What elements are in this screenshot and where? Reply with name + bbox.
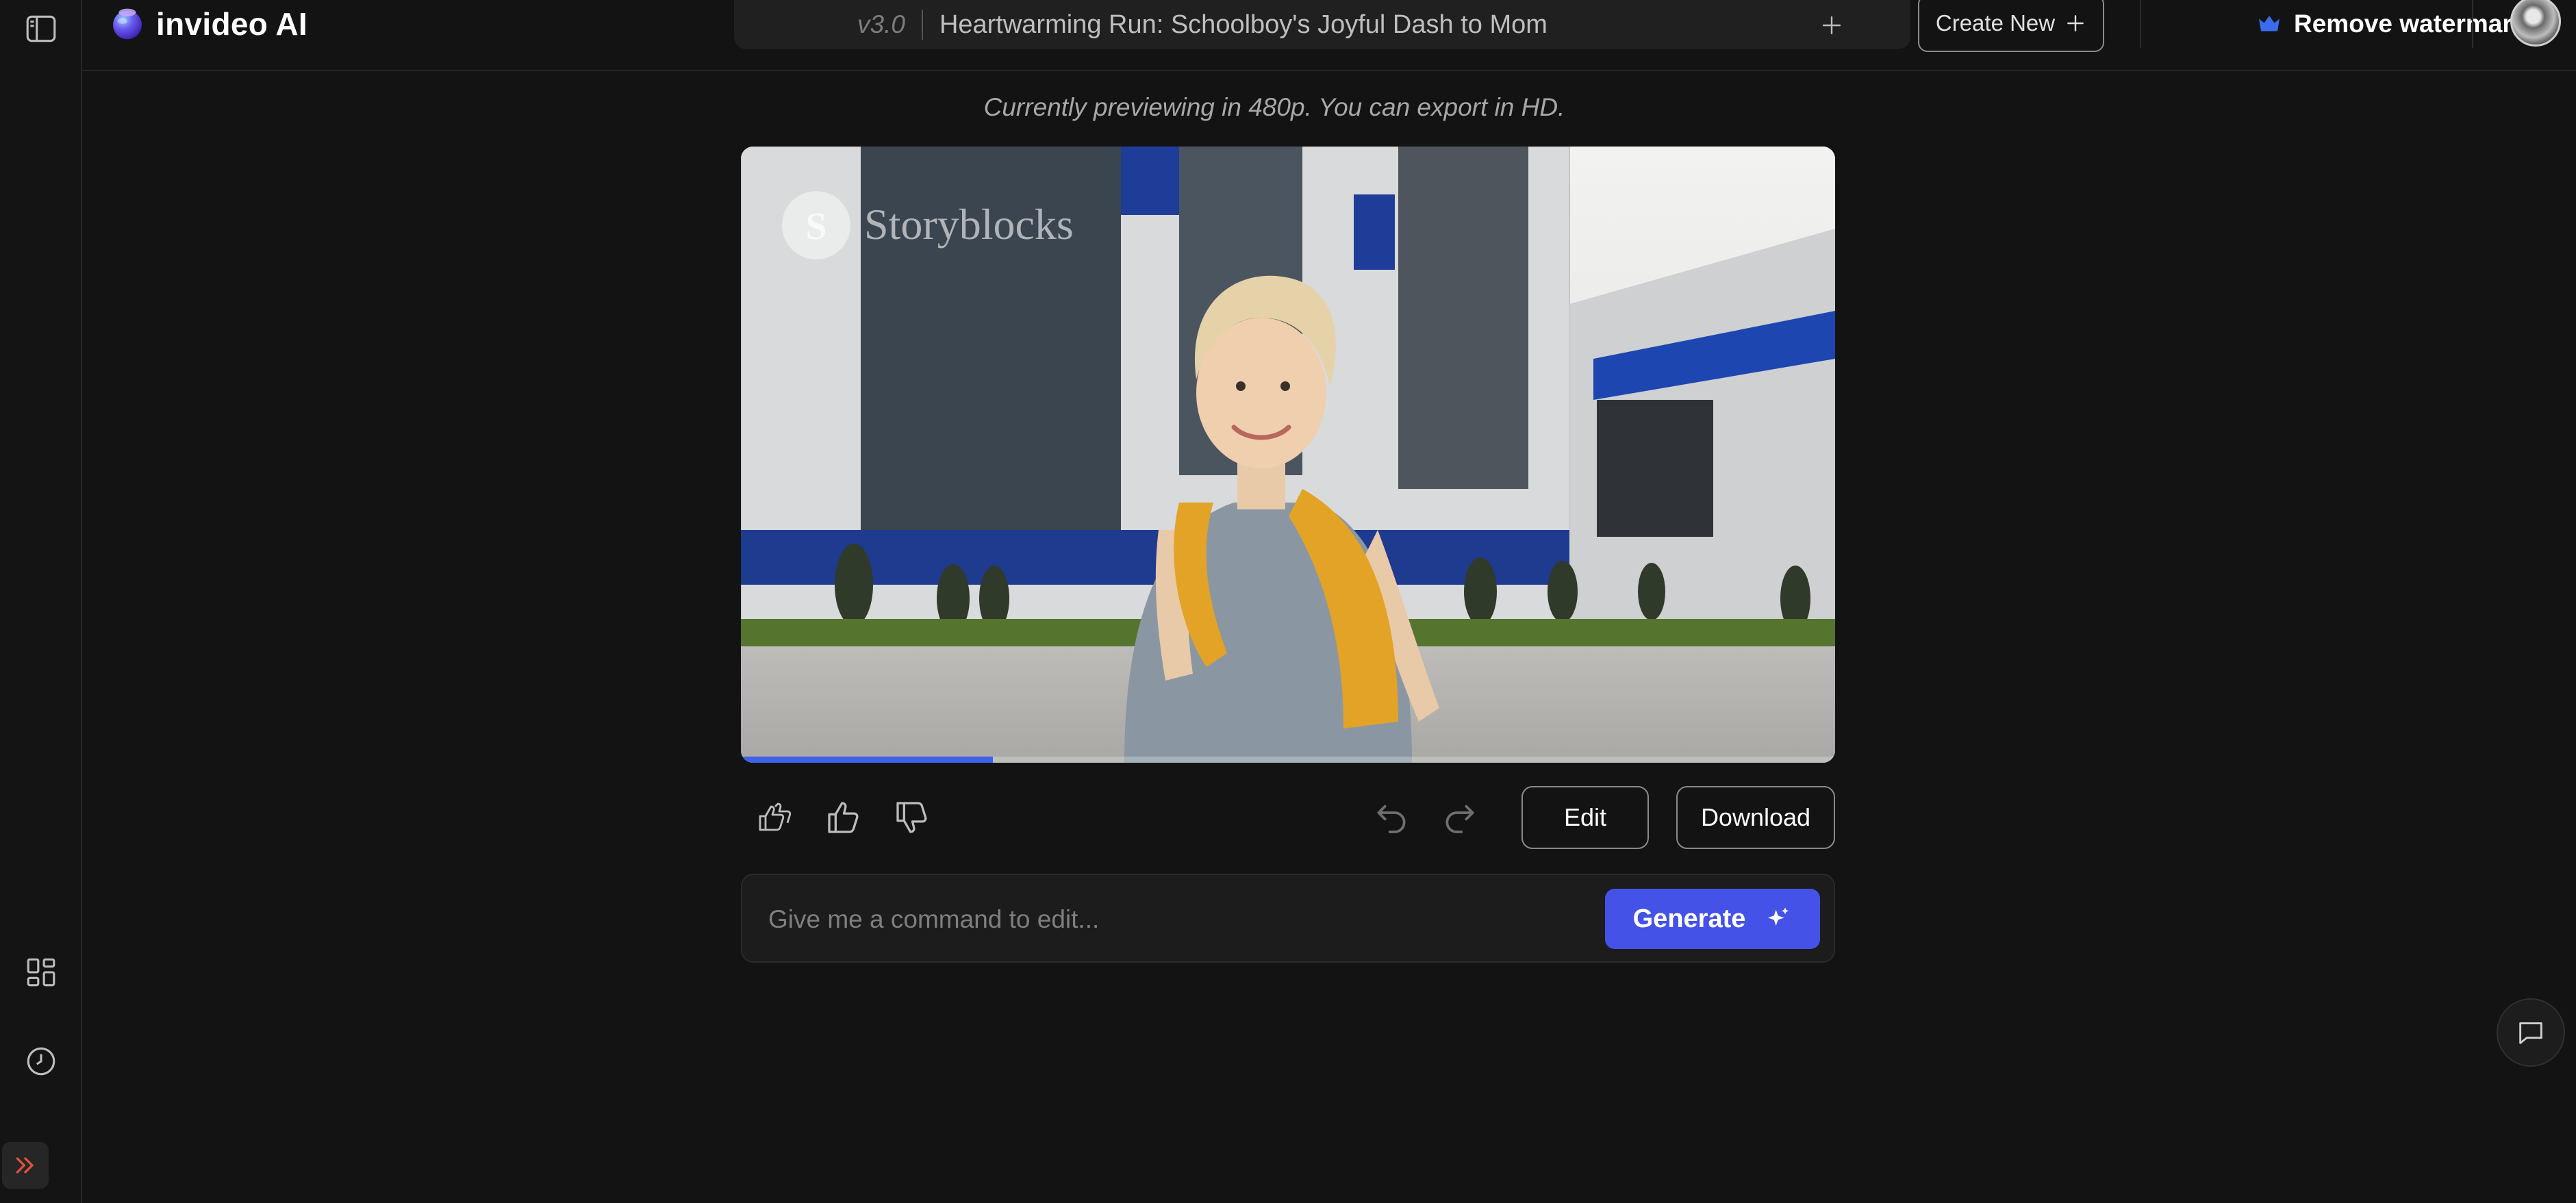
chat-bubble-icon	[2515, 1017, 2547, 1048]
grid-button[interactable]	[5, 945, 77, 1000]
version-label: v3.0	[857, 10, 905, 39]
thumbs-down-icon	[893, 798, 931, 837]
project-title[interactable]: Heartwarming Run: Schoolboy's Joyful Das…	[939, 10, 1548, 40]
create-new-button[interactable]: Create New	[1918, 0, 2104, 52]
sidebar-toggle-icon	[24, 12, 58, 46]
remove-watermark-button[interactable]: Remove watermark	[2257, 4, 2526, 44]
video-preview[interactable]: S Storyblocks	[741, 147, 1835, 763]
sidebar-toggle-button[interactable]	[5, 1, 77, 56]
preview-actions-bar: Edit Download	[741, 786, 1835, 849]
video-frame-image: S Storyblocks	[741, 147, 1835, 763]
app-root: invideo AI v3.0 Heartwarming Run: School…	[0, 0, 2576, 1203]
preview-quality-note: Currently previewing in 480p. You can ex…	[753, 93, 1795, 122]
command-bar: Generate	[741, 874, 1835, 963]
download-button[interactable]: Download	[1676, 786, 1835, 849]
redo-button[interactable]	[1435, 796, 1485, 839]
svg-text:S: S	[805, 205, 826, 248]
user-avatar[interactable]	[2510, 0, 2561, 47]
thumbs-up-icon	[824, 798, 863, 837]
chat-button[interactable]	[2497, 998, 2565, 1067]
edit-label: Edit	[1564, 803, 1606, 832]
love-it-button[interactable]	[750, 796, 800, 839]
sparkle-icon	[1765, 905, 1792, 933]
expand-rail-button[interactable]	[2, 1142, 49, 1189]
redo-icon	[1441, 798, 1479, 837]
top-bar: invideo AI v3.0 Heartwarming Run: School…	[82, 0, 2576, 71]
command-input[interactable]	[768, 898, 1576, 941]
generate-label: Generate	[1633, 904, 1746, 934]
plus-icon	[1819, 13, 1844, 38]
invideo-logo-icon	[108, 5, 147, 43]
brand[interactable]: invideo AI	[108, 3, 307, 45]
plus-icon	[2064, 12, 2086, 34]
download-label: Download	[1701, 803, 1810, 832]
undo-icon	[1372, 798, 1411, 837]
left-rail	[0, 0, 82, 1203]
history-clock-icon	[24, 1044, 58, 1078]
edit-button[interactable]: Edit	[1521, 786, 1649, 849]
watermark-text: Storyblocks	[864, 200, 1074, 249]
add-to-title-button[interactable]	[1815, 8, 1849, 42]
generate-button[interactable]: Generate	[1605, 889, 1820, 949]
expand-chevrons-icon	[12, 1152, 39, 1179]
title-divider	[922, 10, 923, 40]
history-button[interactable]	[5, 1034, 77, 1089]
app-name: invideo AI	[156, 5, 307, 42]
header-divider	[2472, 0, 2473, 48]
create-new-label: Create New	[1936, 10, 2055, 36]
double-thumbs-up-icon	[756, 798, 794, 837]
undo-button[interactable]	[1367, 796, 1416, 839]
remove-watermark-label: Remove watermark	[2294, 10, 2526, 38]
grid-icon	[24, 955, 58, 989]
header-divider	[2140, 0, 2141, 48]
crown-icon	[2257, 14, 2282, 34]
thumbs-up-button[interactable]	[819, 796, 868, 839]
thumbs-down-button[interactable]	[887, 796, 937, 839]
project-title-bar[interactable]: v3.0 Heartwarming Run: Schoolboy's Joyfu…	[734, 0, 1910, 49]
playback-progress-fill	[741, 757, 993, 763]
playback-progress-track[interactable]	[741, 757, 1835, 763]
